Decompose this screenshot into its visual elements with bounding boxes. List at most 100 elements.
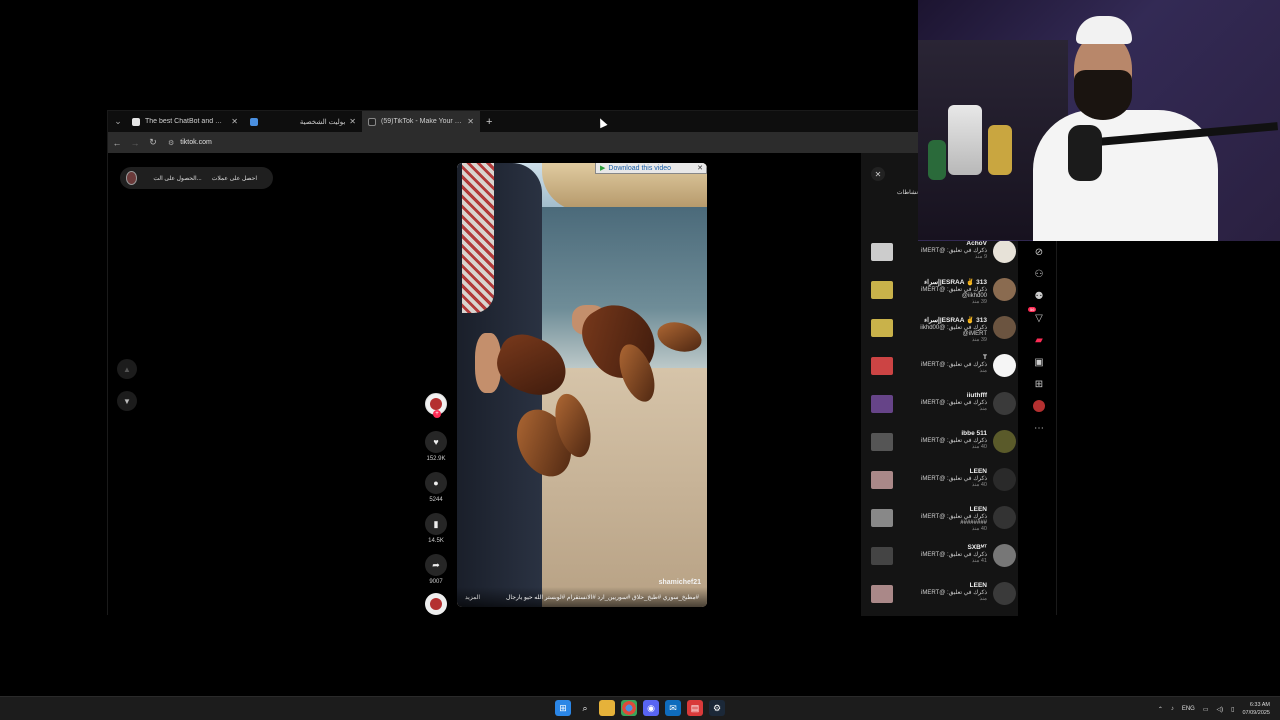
following-icon[interactable]: ⚇ bbox=[1032, 267, 1046, 281]
bookmark-icon[interactable]: ▮ bbox=[425, 513, 447, 535]
caption-more-link[interactable]: المزيد bbox=[465, 594, 480, 601]
video-thumbnail[interactable] bbox=[871, 471, 893, 489]
notification-user[interactable]: 313 ✌ ESRAA|إسراء bbox=[897, 278, 987, 286]
new-tab-button[interactable]: + bbox=[486, 116, 492, 128]
notification-time: 9 منذ bbox=[974, 254, 987, 260]
clock-date: 07/09/2025 bbox=[1242, 710, 1270, 716]
video-thumbnail[interactable] bbox=[871, 547, 893, 565]
previous-video-icon[interactable]: ▲ bbox=[117, 359, 137, 379]
user-avatar[interactable] bbox=[993, 354, 1016, 377]
notification-item[interactable]: ibbe 511 ذكرك في تعليق: @iMERT 40 منذ bbox=[861, 424, 1018, 462]
video-thumbnail[interactable] bbox=[871, 395, 893, 413]
share-icon[interactable]: ➦ bbox=[425, 554, 447, 576]
microphone bbox=[1068, 125, 1102, 181]
outlook-icon[interactable]: ✉ bbox=[665, 700, 681, 716]
get-app-button[interactable]: الحصول على الت... bbox=[153, 175, 201, 182]
notification-item[interactable]: SXBᴹᵀ ذكرك في تعليق: @iMERT 41 منذ bbox=[861, 538, 1018, 576]
chrome-icon[interactable] bbox=[621, 700, 637, 716]
notification-line: ذكرك في تعليق: @iMERT bbox=[920, 438, 987, 444]
url-field[interactable]: ⚙ tiktok.com bbox=[168, 139, 212, 147]
like-icon[interactable]: ♥ bbox=[425, 431, 447, 453]
more-icon[interactable]: ⋯ bbox=[1032, 421, 1046, 435]
video-thumbnail[interactable] bbox=[871, 585, 893, 603]
notification-line: ذكرك في تعليق: @iMERT @iikhd00 bbox=[920, 287, 987, 299]
reload-icon[interactable]: ↻ bbox=[144, 137, 162, 148]
microphone-icon[interactable]: ♪ bbox=[1171, 706, 1174, 712]
file-explorer-icon[interactable] bbox=[599, 700, 615, 716]
clock[interactable]: 6:33 AM 07/09/2025 bbox=[1242, 701, 1270, 717]
profile-icon[interactable] bbox=[1032, 399, 1046, 413]
comment-icon[interactable]: ● bbox=[425, 472, 447, 494]
user-avatar[interactable] bbox=[993, 278, 1016, 301]
download-video-button[interactable]: ▶ Download this video ✕ bbox=[595, 163, 707, 174]
tray-chevron-icon[interactable]: ⌃ bbox=[1158, 706, 1163, 713]
notification-text: T ذكرك في تعليق: @iMERT منذ bbox=[893, 354, 993, 374]
video-thumbnail[interactable] bbox=[871, 281, 893, 299]
notification-item[interactable]: LEEN ذكرك في تعليق: @iMERT 40 منذ bbox=[861, 462, 1018, 500]
language-indicator[interactable]: ENG bbox=[1182, 706, 1195, 712]
forward-icon[interactable]: → bbox=[126, 138, 144, 148]
profile-avatar[interactable] bbox=[126, 171, 138, 185]
video-player[interactable]: ▶ Download this video ✕ shamichef21 #مطب… bbox=[457, 163, 707, 607]
tab-tiktok[interactable]: (59)TikTok - Make Your Day ✕ bbox=[362, 111, 480, 132]
notification-item[interactable]: LEEN ذكرك في تعليق: @iMERT منذ bbox=[861, 576, 1018, 614]
notification-item[interactable]: iiuthfff ذكرك في تعليق: @iMERT منذ bbox=[861, 386, 1018, 424]
follow-icon[interactable]: + bbox=[433, 410, 441, 418]
notification-item[interactable]: 313 ✌ ESRAA|إسراء ذكرك في تعليق: @iikhd00… bbox=[861, 310, 1018, 348]
music-disc-icon[interactable] bbox=[425, 593, 447, 615]
app-icon[interactable]: ▤ bbox=[687, 700, 703, 716]
user-avatar[interactable] bbox=[993, 392, 1016, 415]
user-avatar[interactable] bbox=[993, 468, 1016, 491]
messages-icon[interactable]: ▰ bbox=[1032, 333, 1046, 347]
notifications-title: نشاطات bbox=[896, 190, 918, 196]
notification-user[interactable]: AchoV bbox=[897, 240, 987, 247]
tab-close-icon[interactable]: ✕ bbox=[231, 117, 238, 126]
search-icon[interactable]: ⌕ bbox=[577, 700, 593, 716]
explore-icon[interactable]: ⊘ bbox=[1032, 245, 1046, 259]
site-info-icon[interactable]: ⚙ bbox=[168, 139, 174, 147]
friends-icon[interactable]: ⚉ bbox=[1032, 289, 1046, 303]
user-avatar[interactable] bbox=[993, 240, 1016, 263]
notification-user[interactable]: iiuthfff bbox=[897, 392, 987, 399]
notifications-icon[interactable]: ▽ 56 bbox=[1028, 307, 1046, 325]
user-avatar[interactable] bbox=[993, 506, 1016, 529]
notification-user[interactable]: LEEN bbox=[897, 582, 987, 589]
discord-icon[interactable]: ◉ bbox=[643, 700, 659, 716]
notification-user[interactable]: LEEN bbox=[897, 468, 987, 475]
notification-user[interactable]: ibbe 511 bbox=[897, 430, 987, 437]
back-icon[interactable]: ← bbox=[108, 138, 126, 148]
next-video-icon[interactable]: ▼ bbox=[117, 391, 137, 411]
notification-item[interactable]: T ذكرك في تعليق: @iMERT منذ bbox=[861, 348, 1018, 386]
notification-item[interactable]: LEEN ذكرك في تعليق: @iMERT ######## 40 منذ bbox=[861, 500, 1018, 538]
video-thumbnail[interactable] bbox=[871, 357, 893, 375]
notification-user[interactable]: 313 ✌ ESRAA|إسراء bbox=[897, 316, 987, 324]
video-thumbnail[interactable] bbox=[871, 433, 893, 451]
user-avatar[interactable] bbox=[993, 430, 1016, 453]
steam-icon[interactable]: ⚙ bbox=[709, 700, 725, 716]
tab-personal[interactable]: بوليت الشخصية ✕ bbox=[244, 111, 362, 132]
notification-item[interactable]: 313 ✌ ESRAA|إسراء ذكرك في تعليق: @iMERT @… bbox=[861, 272, 1018, 310]
video-thumbnail[interactable] bbox=[871, 319, 893, 337]
close-icon[interactable]: ✕ bbox=[871, 167, 885, 181]
creator-avatar[interactable]: + bbox=[425, 393, 447, 418]
tab-close-icon[interactable]: ✕ bbox=[467, 117, 474, 126]
notification-user[interactable]: LEEN bbox=[897, 506, 987, 513]
live-icon[interactable]: ▣ bbox=[1032, 355, 1046, 369]
tab-close-icon[interactable]: ✕ bbox=[349, 117, 356, 126]
upload-icon[interactable]: ⊞ bbox=[1032, 377, 1046, 391]
tab-chatbot[interactable]: The best ChatBot and Widgets ✕ bbox=[126, 111, 244, 132]
video-thumbnail[interactable] bbox=[871, 509, 893, 527]
notification-user[interactable]: T bbox=[897, 354, 987, 361]
close-icon[interactable]: ✕ bbox=[697, 164, 703, 172]
battery-icon[interactable]: ▯ bbox=[1231, 706, 1234, 713]
user-avatar[interactable] bbox=[993, 316, 1016, 339]
network-icon[interactable]: ▭ bbox=[1203, 706, 1209, 713]
notification-user[interactable]: SXBᴹᵀ bbox=[897, 544, 987, 551]
tab-search-icon[interactable]: ⌄ bbox=[110, 114, 126, 130]
volume-icon[interactable]: ◁) bbox=[1217, 706, 1224, 713]
windows-start-icon[interactable]: ⊞ bbox=[555, 700, 571, 716]
user-avatar[interactable] bbox=[993, 544, 1016, 567]
user-avatar[interactable] bbox=[993, 582, 1016, 605]
video-thumbnail[interactable] bbox=[871, 243, 893, 261]
get-coins-button[interactable]: احصل على عملات bbox=[212, 175, 257, 182]
